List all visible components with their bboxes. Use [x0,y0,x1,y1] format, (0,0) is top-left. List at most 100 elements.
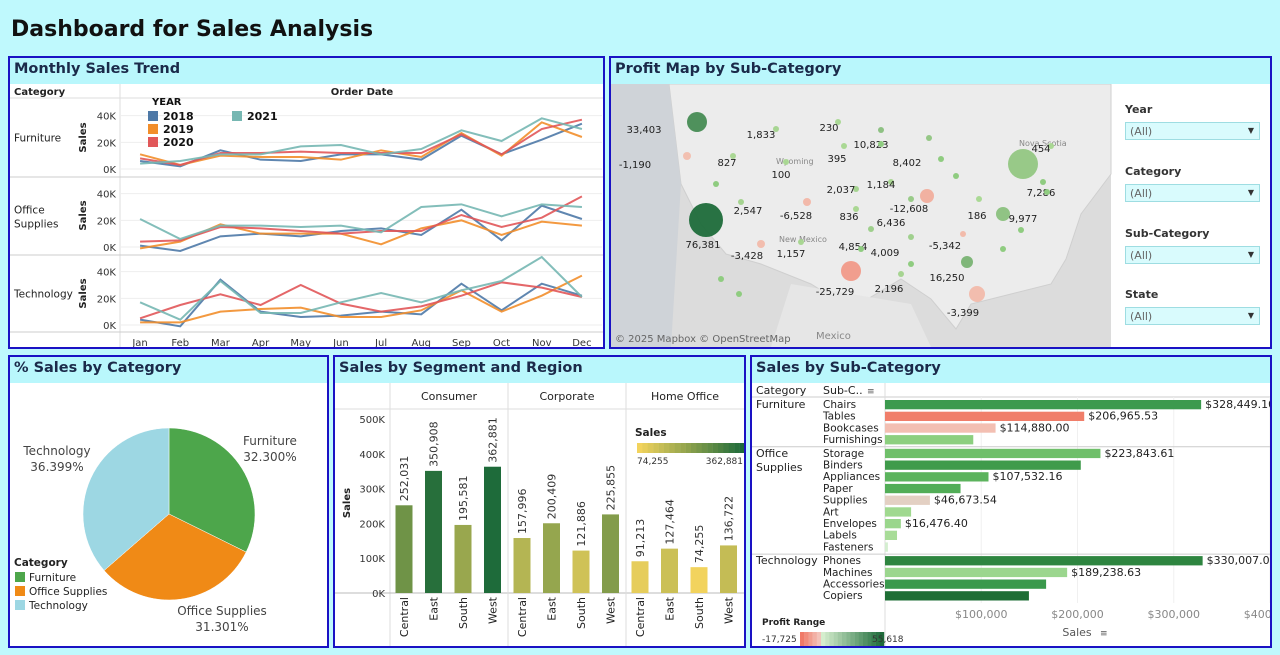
filter-subcategory-label: Sub-Category [1125,227,1210,240]
y-tick-label: 300K [359,485,385,496]
bar [885,530,898,540]
profit-bubble [878,141,884,147]
bar-value-label: $328,449.10 [1205,398,1270,411]
bar [885,519,901,529]
filter-subcategory-dropdown[interactable]: (All) ▼ [1125,246,1260,264]
profit-bubble [938,156,944,162]
chevron-down-icon: ▼ [1247,126,1254,135]
pct-category-panel: % Sales by Category Furniture 32.300% Offi… [8,355,329,648]
profit-label: 454 [1031,144,1050,155]
x-tick-label: Sep [452,338,471,347]
profit-legend-max: 55,618 [872,635,904,645]
legend-label: Furniture [29,572,76,584]
legend-title: Category [14,557,68,569]
y-axis-label: Sales [78,200,89,230]
legend-swatch [15,572,25,582]
bar [885,423,996,433]
legend-swatch [15,600,25,610]
legend-label: Office Supplies [29,586,107,598]
filter-category-dropdown[interactable]: (All) ▼ [1125,184,1260,202]
profit-label: 1,833 [747,130,776,141]
profit-label: -3,428 [731,251,763,262]
category-label: Supplies [756,461,803,474]
profit-label: 9,977 [1009,214,1038,225]
bar [543,523,560,593]
bar-value-label: 127,464 [664,499,677,545]
subcategory-chart: Category Sub-C.. ≡ $100,000 $200,000 $300,000… [752,383,1270,646]
x-tick-label: East [664,596,677,620]
profit-bubble [908,261,914,267]
profit-bubble [858,246,864,252]
bar-value-label: 252,031 [398,456,411,502]
x-axis-label: Sales [1062,626,1092,639]
y-tick-label: 0K [372,589,385,600]
profit-legend-swatch [863,632,868,646]
profit-legend-swatch [821,632,826,646]
color-legend-swatch [701,443,708,453]
subcategory-label: Accessories [823,579,885,591]
profit-label: -25,729 [816,287,855,298]
profit-label: 186 [967,211,986,222]
legend-swatch [148,124,158,134]
filter-state-dropdown[interactable]: (All) ▼ [1125,307,1260,325]
filter-year-value: (All) [1130,125,1153,138]
y-tick-label: 0K [103,243,116,254]
y-axis-label: Sales [78,278,89,308]
y-axis-label: Sales [78,122,89,152]
profit-label: 2,196 [875,284,904,295]
profit-bubble [960,231,966,237]
profit-legend-swatch [854,632,859,646]
y-tick-label: 200K [359,519,385,530]
profit-label: 76,381 [686,240,721,251]
filter-year-dropdown[interactable]: (All) ▼ [1125,122,1260,140]
bar [885,591,1029,601]
y-tick-label: 20K [97,216,117,227]
profit-legend-min: -17,725 [762,635,797,645]
category-label: Technology [755,554,818,567]
profit-label: 2,037 [827,185,856,196]
color-legend-swatch [739,443,744,453]
bar [885,460,1081,470]
bar [602,514,619,593]
bar [661,548,678,593]
sort-icon: ≡ [867,387,875,397]
subcategory-label: Supplies [823,495,867,507]
profit-label: 2,547 [734,206,763,217]
x-tick-label: Apr [252,338,270,347]
profit-label: 33,403 [627,125,662,136]
profit-legend-swatch [867,632,872,646]
bar-value-label: 121,886 [575,501,588,547]
x-tick-label: West [723,596,736,624]
color-legend-swatch [674,443,681,453]
bar [885,542,888,552]
bar [513,538,531,593]
profit-label: 4,009 [871,248,900,259]
y-tick-label: 40K [97,112,117,123]
map-attribution: © 2025 Mapbox © OpenStreetMap [615,334,791,345]
bar-value-label: $206,965.53 [1088,410,1158,423]
x-tick-label: Dec [572,338,591,347]
filter-state-value: (All) [1130,310,1153,323]
bar-value-label: 362,881 [487,417,500,463]
pct-category-title: % Sales by Category [10,357,327,383]
x-tick-label: Feb [171,338,189,347]
filter-subcategory-value: (All) [1130,249,1153,262]
dashboard-title: Dashboard for Sales Analysis [11,17,374,42]
x-tick-label: East [428,596,441,620]
color-legend-swatch [696,443,702,453]
profit-label: -6,528 [780,211,812,222]
y-tick-label: 400K [359,450,385,461]
subcategory-label: Art [823,506,839,518]
legend-label: 2020 [163,136,194,149]
x-tick-label: West [605,596,618,624]
profit-legend-swatch [837,632,843,646]
category-pie-chart: Furniture 32.300% Office Supplies 31.301% Te… [14,427,297,634]
profit-label: -1,190 [619,160,651,171]
bar-value-label: 225,855 [605,465,618,511]
bar [425,470,442,593]
profit-bubble [878,127,884,133]
x-tick-label: Jun [332,338,349,347]
x-tick-label: May [290,338,311,347]
profit-bubble [736,291,742,297]
x-tick-label: South [457,597,470,629]
